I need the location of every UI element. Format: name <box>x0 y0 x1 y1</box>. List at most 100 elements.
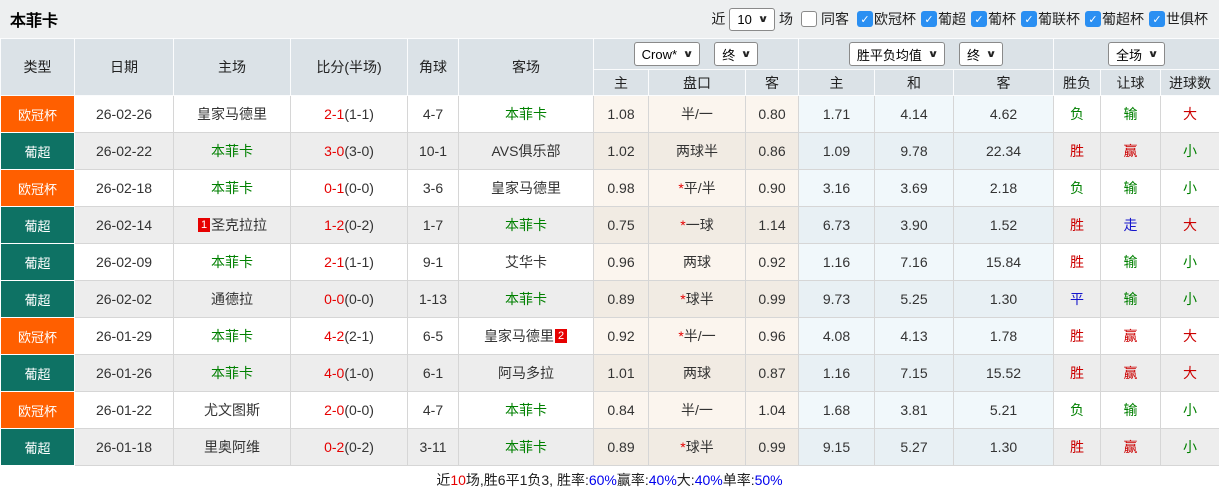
top-bar: 本菲卡 近 10 ∨ 场 同客 ✓ 欧冠杯 ✓ 葡超 ✓ 葡杯 ✓ 葡联杯 ✓ 葡超杯 ✓ 世俱杯 <box>0 0 1219 38</box>
summary-segment: 大: <box>676 471 695 488</box>
home-team-name: 皇家马德里 <box>197 106 267 122</box>
odds-away-cell: 0.99 <box>745 428 799 466</box>
avg-home-cell: 3.16 <box>798 169 875 207</box>
away-team-name: 阿马多拉 <box>498 365 554 381</box>
league-type-cell: 欧冠杯 <box>0 317 75 355</box>
away-team-name: 本菲卡 <box>505 291 547 307</box>
avg-state-select[interactable]: 终 ∨ <box>959 42 1004 66</box>
result-goals-cell: 小 <box>1160 243 1219 281</box>
corner-cell: 4-7 <box>407 95 459 133</box>
away-team-cell: 皇家马德里 2 <box>458 317 594 355</box>
league-checkbox[interactable]: ✓ <box>921 11 937 27</box>
handicap-change-star: * <box>680 291 686 307</box>
chevron-down-icon: ∨ <box>682 48 694 60</box>
league-filter-label: 葡联杯 <box>1038 11 1080 27</box>
table-body: 欧冠杯 26-02-26 皇家马德里 2-1(1-1) 4-7 本菲卡 1.08 半/一 0.8… <box>0 95 1219 466</box>
result-wdl-cell: 胜 <box>1053 317 1102 355</box>
date-cell: 26-02-18 <box>74 169 174 207</box>
league-checkbox[interactable]: ✓ <box>1021 11 1037 27</box>
odds-state-select[interactable]: 终 ∨ <box>714 42 759 66</box>
full-score: 4-2 <box>324 328 345 344</box>
league-type-cell: 欧冠杯 <box>0 169 75 207</box>
home-team-cell: 本菲卡 <box>173 169 291 207</box>
avg-away-cell: 15.84 <box>953 243 1055 281</box>
odds-home-cell: 0.98 <box>593 169 649 207</box>
handicap-cell: 两球 <box>648 354 746 392</box>
odds-home-cell: 0.92 <box>593 317 649 355</box>
col-header-away: 客场 <box>458 38 594 96</box>
odds-home-cell: 1.02 <box>593 132 649 170</box>
col-header-avg-draw: 和 <box>874 69 954 96</box>
table-row: 葡超 26-02-09 本菲卡 2-1(1-1) 9-1 艾华卡 0.96 两球 0.92 1.1… <box>0 243 1219 281</box>
home-team-cell: 里奥阿维 <box>173 428 291 466</box>
full-score: 4-0 <box>324 365 345 381</box>
result-handicap-cell: 赢 <box>1100 354 1162 392</box>
result-handicap-cell: 输 <box>1100 95 1162 133</box>
league-checkbox[interactable]: ✓ <box>971 11 987 27</box>
avg-draw-cell: 3.90 <box>874 206 954 244</box>
half-score: (3-0) <box>344 143 374 159</box>
away-team-cell: 本菲卡 <box>458 428 594 466</box>
match-history-panel: 本菲卡 近 10 ∨ 场 同客 ✓ 欧冠杯 ✓ 葡超 ✓ 葡杯 ✓ 葡联杯 ✓ 葡超杯 ✓ 世俱杯 类… <box>0 0 1219 492</box>
odds-home-cell: 1.08 <box>593 95 649 133</box>
corner-cell: 9-1 <box>407 243 459 281</box>
table-row: 欧冠杯 26-01-29 本菲卡 4-2(2-1) 6-5 皇家马德里 2 0.92 *半/一 0… <box>0 317 1219 355</box>
home-team-cell: 尤文图斯 <box>173 391 291 429</box>
avg-away-cell: 15.52 <box>953 354 1055 392</box>
same-away-checkbox[interactable] <box>801 11 817 27</box>
home-team-name: 里奥阿维 <box>204 439 260 455</box>
away-team-cell: 本菲卡 <box>458 280 594 318</box>
result-wdl-cell: 胜 <box>1053 206 1102 244</box>
avg-state-value: 终 <box>967 47 981 63</box>
summary-footer: 近 10 场,胜6平1负3, 胜率: 60% 赢率: 40% 大: 40% 单率: 50% <box>0 466 1219 492</box>
handicap-change-star: * <box>680 217 686 233</box>
league-checkbox[interactable]: ✓ <box>1149 11 1165 27</box>
recent-count-select[interactable]: 10 ∨ <box>729 7 775 31</box>
rank-badge: 2 <box>554 329 568 343</box>
result-handicap-cell: 输 <box>1100 391 1162 429</box>
result-goals-cell: 小 <box>1160 280 1219 318</box>
scope-select[interactable]: 全场 ∨ <box>1107 42 1166 66</box>
away-team-cell: 皇家马德里 <box>458 169 594 207</box>
league-filter-label: 世俱杯 <box>1166 11 1208 27</box>
league-checkbox[interactable]: ✓ <box>1085 11 1101 27</box>
avg-home-cell: 1.16 <box>798 354 875 392</box>
score-cell: 2-0(0-0) <box>290 391 408 429</box>
table-row: 欧冠杯 26-02-26 皇家马德里 2-1(1-1) 4-7 本菲卡 1.08 半/一 0.8… <box>0 95 1219 133</box>
avg-draw-cell: 3.69 <box>874 169 954 207</box>
home-team-name: 尤文图斯 <box>204 402 260 418</box>
league-checkbox[interactable]: ✓ <box>857 11 873 27</box>
table-row: 葡超 26-01-18 里奥阿维 0-2(0-2) 3-11 本菲卡 0.89 *球半 0.99… <box>0 428 1219 466</box>
full-score: 2-0 <box>324 402 345 418</box>
avg-away-cell: 1.52 <box>953 206 1055 244</box>
home-team-name: 本菲卡 <box>211 180 253 196</box>
corner-cell: 4-7 <box>407 391 459 429</box>
full-score: 0-0 <box>324 291 345 307</box>
result-handicap-cell: 赢 <box>1100 132 1162 170</box>
scope-value: 全场 <box>1115 47 1142 63</box>
full-score: 2-1 <box>324 106 345 122</box>
avg-home-cell: 1.16 <box>798 243 875 281</box>
corner-cell: 6-1 <box>407 354 459 392</box>
league-type-cell: 葡超 <box>0 132 75 170</box>
result-goals-cell: 小 <box>1160 428 1219 466</box>
odds-company-select[interactable]: Crow* ∨ <box>633 42 701 66</box>
odds-home-cell: 1.01 <box>593 354 649 392</box>
away-team-cell: 阿马多拉 <box>458 354 594 392</box>
avg-odds-select[interactable]: 胜平负均值 ∨ <box>848 42 946 66</box>
avg-home-cell: 1.71 <box>798 95 875 133</box>
full-score: 1-2 <box>324 217 345 233</box>
corner-cell: 1-7 <box>407 206 459 244</box>
league-type-cell: 葡超 <box>0 354 75 392</box>
avg-away-cell: 1.30 <box>953 280 1055 318</box>
odds-away-cell: 0.86 <box>745 132 799 170</box>
odds-state-value: 终 <box>722 47 736 63</box>
corner-cell: 6-5 <box>407 317 459 355</box>
handicap-cell: 半/一 <box>648 95 746 133</box>
score-cell: 0-0(0-0) <box>290 280 408 318</box>
avg-away-cell: 1.30 <box>953 428 1055 466</box>
full-score: 0-1 <box>324 180 345 196</box>
half-score: (0-0) <box>344 180 374 196</box>
date-cell: 26-02-09 <box>74 243 174 281</box>
col-header-odds-away: 客 <box>745 69 799 96</box>
